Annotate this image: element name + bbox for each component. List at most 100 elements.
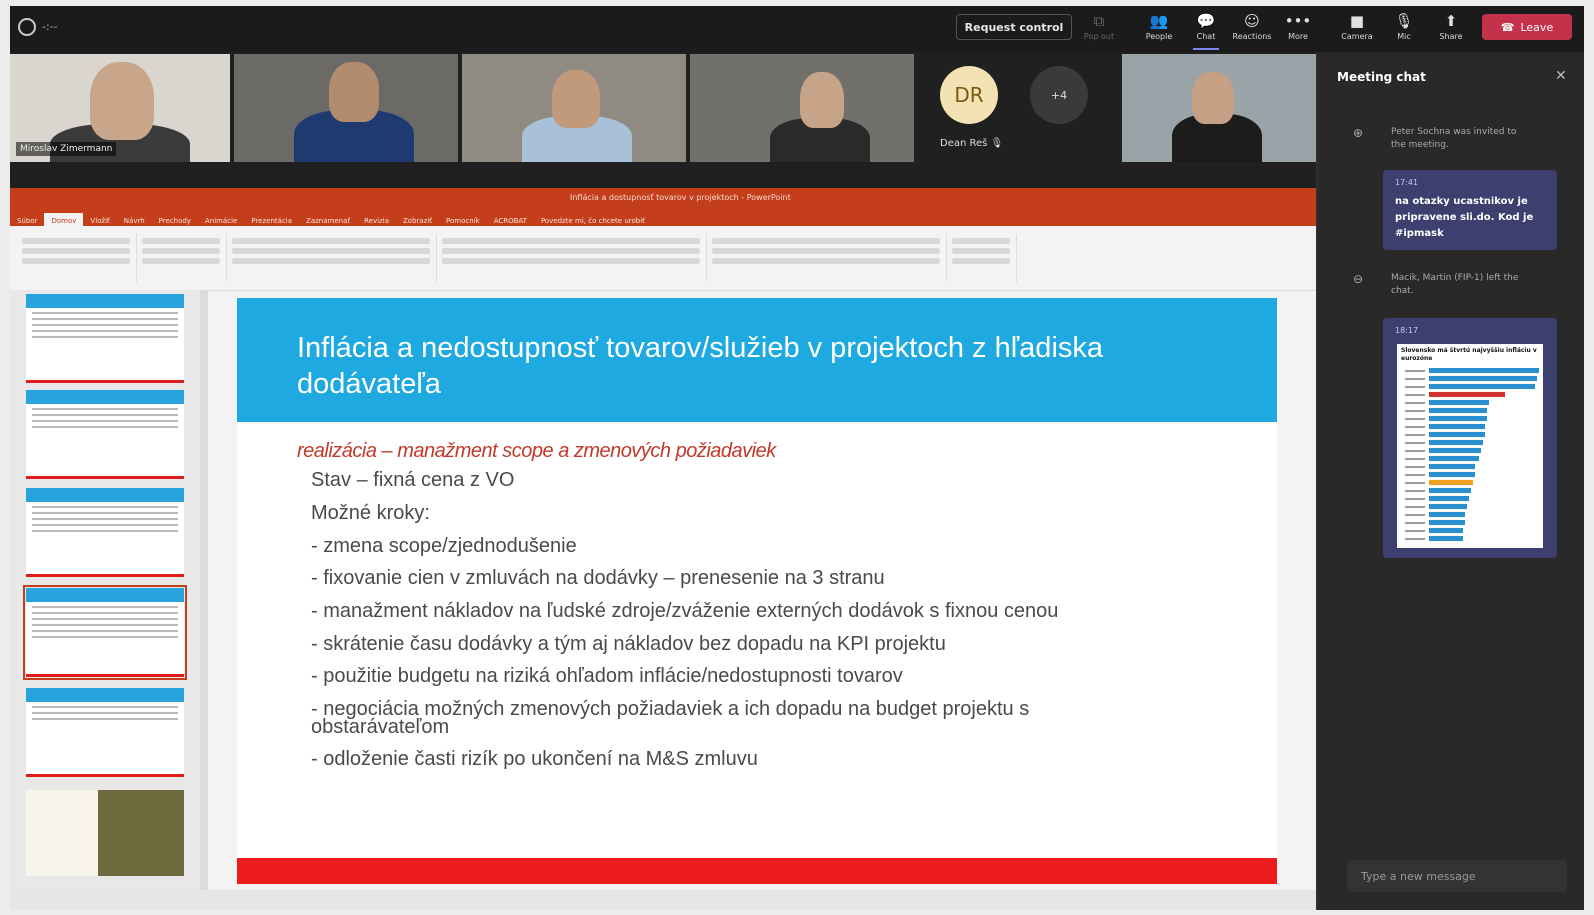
slide-thumbnail-selected[interactable] xyxy=(23,585,187,680)
thumbnails-scrollbar[interactable] xyxy=(200,290,208,890)
ribbon-group-editing[interactable] xyxy=(946,234,1017,282)
thumbnail-bar-label xyxy=(1405,402,1425,404)
slide-thumbnail[interactable] xyxy=(26,390,184,479)
ppt-tab[interactable]: Vložiť xyxy=(83,213,116,225)
ppt-tab[interactable]: Pomocník xyxy=(439,213,487,225)
pop-out-icon: ⧉ xyxy=(1093,12,1105,30)
leave-button[interactable]: ☎ Leave xyxy=(1482,14,1572,40)
thumbnail-bar xyxy=(1429,488,1471,493)
ppt-tab[interactable]: Návrh xyxy=(117,213,152,225)
slide-bullet: - použitie budgetu na riziká ohľadom inf… xyxy=(311,665,903,687)
leave-label: Leave xyxy=(1520,20,1554,34)
thumbnail-bar-label xyxy=(1405,410,1425,412)
slide-thumbnail[interactable] xyxy=(26,688,184,777)
thumbnail-bar xyxy=(1429,424,1485,429)
request-control-button[interactable]: Request control xyxy=(956,14,1072,40)
thumbnail-bar xyxy=(1429,536,1463,541)
ppt-tab[interactable]: Zobraziť xyxy=(396,213,439,225)
more-button[interactable]: ••• More xyxy=(1277,10,1319,50)
slide-subtitle: realizácia – manažment scope a zmenových… xyxy=(297,440,776,462)
slide-bullet: - zmena scope/zjednodušenie xyxy=(311,535,577,557)
participant-name-tag: Miroslav Zimermann xyxy=(16,142,117,156)
ppt-window-title: Inflácia a dostupnosť tovarov v projekto… xyxy=(570,193,791,202)
participant-face xyxy=(90,62,154,140)
thumbnail-bar xyxy=(1429,368,1539,373)
ribbon-group-font[interactable] xyxy=(226,234,437,282)
participant-face xyxy=(1192,72,1234,124)
thumbnail-bar xyxy=(1429,520,1465,525)
ribbon-group-drawing[interactable] xyxy=(706,234,947,282)
ribbon-group-clipboard[interactable] xyxy=(16,234,137,282)
thumbnail-bar-label xyxy=(1405,530,1425,532)
slide-thumbnail[interactable] xyxy=(26,488,184,577)
camera-button[interactable]: ■ Camera xyxy=(1336,10,1378,50)
person-left-icon: ⊖ xyxy=(1353,272,1364,286)
slide-bullet: - fixovanie cien v zmluvách na dodávky –… xyxy=(311,567,885,589)
pop-out-label: Pop out xyxy=(1083,32,1115,41)
chat-message[interactable]: 17:41 na otazky ucastnikov je pripravene… xyxy=(1383,170,1557,250)
ppt-tab[interactable]: ACROBAT xyxy=(487,213,534,225)
thumbnail-bar-label xyxy=(1405,386,1425,388)
message-time: 17:41 xyxy=(1395,178,1419,187)
chat-title: Meeting chat xyxy=(1337,70,1426,84)
chat-system-message: Peter Sochna was invited to the meeting. xyxy=(1391,127,1517,150)
participant-avatar[interactable]: DR xyxy=(940,66,998,124)
thumbnail-bar xyxy=(1429,392,1505,397)
participant-face xyxy=(329,62,379,122)
thumbnail-bar xyxy=(1429,440,1483,445)
thumbnail-bar xyxy=(1429,528,1463,533)
slide-title: Inflácia a nedostupnosť tovarov/služieb … xyxy=(297,332,1104,400)
thumbnail-bar-label xyxy=(1405,482,1425,484)
participant-tile-4[interactable] xyxy=(690,54,914,162)
people-button[interactable]: 👥 People xyxy=(1138,10,1180,50)
mic-button[interactable]: 🎙 Mic xyxy=(1383,10,1425,50)
camera-label: Camera xyxy=(1341,32,1373,41)
meeting-toolbar: -:-- Request control ⧉ Pop out 👥 People … xyxy=(10,6,1584,52)
participant-tile-3[interactable] xyxy=(462,54,686,162)
ribbon-group-slides[interactable] xyxy=(136,234,227,282)
participant-tile-2[interactable] xyxy=(234,54,458,162)
ppt-tell-me[interactable]: Povedzte mi, čo chcete urobiť xyxy=(534,213,652,225)
ppt-titlebar: Inflácia a dostupnosť tovarov v projekto… xyxy=(10,188,1316,208)
slide-thumbnail-photo xyxy=(98,790,184,876)
participant-tile-1[interactable]: Miroslav Zimermann xyxy=(10,54,230,162)
ppt-tab[interactable]: Prezentácia xyxy=(244,213,299,225)
thumbnail-bar xyxy=(1429,512,1465,517)
pop-out-button[interactable]: ⧉ Pop out xyxy=(1078,10,1120,50)
ppt-tab[interactable]: Prechody xyxy=(152,213,198,225)
more-label: More xyxy=(1288,32,1308,41)
ppt-ribbon xyxy=(10,226,1316,291)
shared-chart-image[interactable]: Slovensko má štvrtú najvyššiu infláciu v… xyxy=(1397,344,1543,548)
shared-powerpoint: Inflácia a dostupnosť tovarov v projekto… xyxy=(10,188,1316,910)
ppt-tab[interactable]: Súbor xyxy=(10,213,44,225)
slide-bullet: - skrátenie času dodávky a tým aj náklad… xyxy=(311,633,946,655)
phone-icon: ☎ xyxy=(1500,20,1515,34)
thumbnail-bar xyxy=(1429,504,1467,509)
chat-button[interactable]: 💬 Chat xyxy=(1185,10,1227,50)
reactions-button[interactable]: ☺ Reactions xyxy=(1231,10,1273,50)
ribbon-group-paragraph[interactable] xyxy=(436,234,707,282)
more-participants-button[interactable]: +4 xyxy=(1030,66,1088,124)
slide-thumbnail[interactable] xyxy=(26,294,184,383)
share-button[interactable]: ⬆ Share xyxy=(1430,10,1472,50)
chat-message-image[interactable]: 18:17 Slovensko má štvrtú najvyššiu infl… xyxy=(1383,318,1557,558)
ppt-tab[interactable]: Zaznamenať xyxy=(299,213,357,225)
thumbnail-bar-label xyxy=(1405,514,1425,516)
ppt-tab[interactable]: Revízia xyxy=(357,213,396,225)
participant-tile-5[interactable] xyxy=(1122,54,1316,162)
slide-thumbnail[interactable] xyxy=(26,790,184,876)
chat-message-input[interactable]: Type a new message xyxy=(1347,860,1567,892)
ppt-tab[interactable]: Animácie xyxy=(198,213,244,225)
share-label: Share xyxy=(1439,32,1463,41)
more-icon: ••• xyxy=(1284,12,1312,30)
slide-canvas: Inflácia a nedostupnosť tovarov/služieb … xyxy=(237,298,1277,884)
ppt-statusbar xyxy=(10,890,1316,910)
teams-window: -:-- Request control ⧉ Pop out 👥 People … xyxy=(10,6,1584,910)
thumbnail-bar xyxy=(1429,464,1475,469)
thumbnail-bar-label xyxy=(1405,506,1425,508)
close-icon[interactable]: ✕ xyxy=(1555,68,1567,84)
shared-chart-title: Slovensko má štvrtú najvyššiu infláciu v… xyxy=(1401,347,1537,362)
message-time: 18:17 xyxy=(1395,326,1419,335)
chat-system-message: Macik, Martin (FIP-1) left the chat. xyxy=(1391,273,1519,296)
thumbnail-bar-label xyxy=(1405,442,1425,444)
